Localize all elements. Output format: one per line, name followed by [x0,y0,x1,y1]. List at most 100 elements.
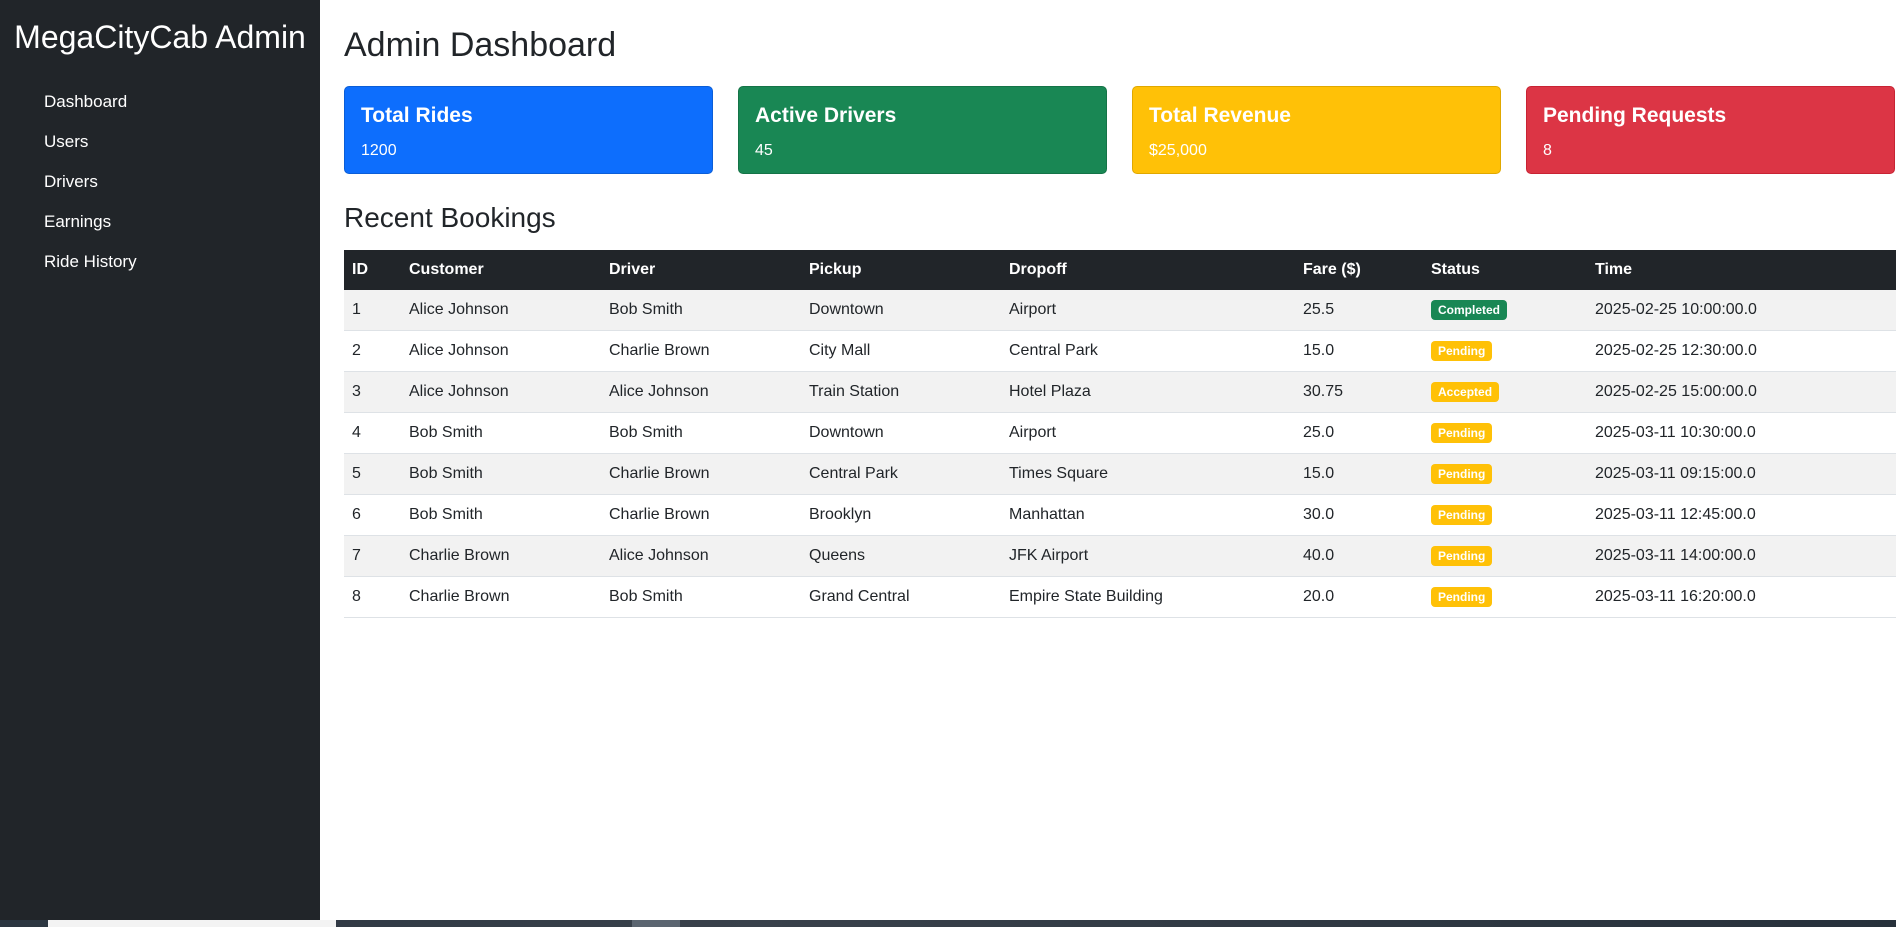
cell-id: 8 [344,576,401,618]
cell-time: 2025-03-11 12:45:00.0 [1587,494,1896,536]
cell-status: Pending [1423,453,1587,495]
cell-fare: 15.0 [1295,453,1423,495]
cell-customer: Alice Johnson [401,290,601,331]
column-header-time: Time [1587,250,1896,290]
cell-dropoff: Empire State Building [1001,576,1295,618]
table-row: 5 Bob Smith Charlie Brown Central Park T… [344,453,1896,495]
sidebar-item-earnings[interactable]: Earnings [0,202,320,242]
cell-dropoff: Manhattan [1001,494,1295,536]
cell-time: 2025-02-25 12:30:00.0 [1587,330,1896,372]
column-header-id: ID [344,250,401,290]
cell-time: 2025-03-11 09:15:00.0 [1587,453,1896,495]
cell-pickup: Grand Central [801,576,1001,618]
cell-dropoff: Central Park [1001,330,1295,372]
stats-cards: Total Rides 1200 Active Drivers 45 Total… [344,86,1896,176]
page-title: Admin Dashboard [344,26,617,64]
cell-status: Completed [1423,290,1587,331]
cell-driver: Bob Smith [601,290,801,331]
cell-pickup: Downtown [801,412,1001,454]
recent-bookings-title: Recent Bookings [344,202,556,233]
cell-customer: Bob Smith [401,412,601,454]
cell-customer: Bob Smith [401,494,601,536]
brand-title: MegaCityCab Admin [14,19,306,55]
taskbar-app-button[interactable] [632,920,680,927]
cell-id: 4 [344,412,401,454]
card-title: Total Revenue [1149,104,1291,127]
cell-dropoff: Airport [1001,290,1295,331]
cell-customer: Alice Johnson [401,330,601,372]
card-total-rides: Total Rides 1200 [344,86,713,174]
cell-status: Pending [1423,494,1587,536]
sidebar-item-users[interactable]: Users [0,122,320,162]
cell-dropoff: Times Square [1001,453,1295,495]
sidebar-nav: Dashboard Users Drivers Earnings Ride Hi… [0,82,320,282]
card-title: Total Rides [361,104,473,127]
cell-status: Accepted [1423,371,1587,413]
table-row: 2 Alice Johnson Charlie Brown City Mall … [344,330,1896,372]
table-row: 1 Alice Johnson Bob Smith Downtown Airpo… [344,290,1896,331]
cell-time: 2025-03-11 10:30:00.0 [1587,412,1896,454]
cell-time: 2025-03-11 14:00:00.0 [1587,535,1896,577]
status-badge: Pending [1431,505,1493,525]
sidebar-item-ride-history[interactable]: Ride History [0,242,320,282]
status-badge: Pending [1431,587,1493,607]
cell-pickup: Brooklyn [801,494,1001,536]
column-header-pickup: Pickup [801,250,1001,290]
sidebar-item-drivers[interactable]: Drivers [0,162,320,202]
sidebar: MegaCityCab Admin Dashboard Users Driver… [0,0,320,920]
cell-status: Pending [1423,535,1587,577]
table-row: 8 Charlie Brown Bob Smith Grand Central … [344,576,1896,618]
cell-customer: Charlie Brown [401,535,601,577]
card-total-revenue: Total Revenue $25,000 [1132,86,1501,174]
cell-time: 2025-03-11 16:20:00.0 [1587,576,1896,618]
column-header-driver: Driver [601,250,801,290]
card-title: Pending Requests [1543,104,1727,127]
cell-pickup: Central Park [801,453,1001,495]
card-pending-requests: Pending Requests 8 [1526,86,1895,174]
status-badge: Pending [1431,341,1493,361]
cell-driver: Alice Johnson [601,535,801,577]
cell-id: 2 [344,330,401,372]
cell-driver: Charlie Brown [601,494,801,536]
table-row: 7 Charlie Brown Alice Johnson Queens JFK… [344,535,1896,577]
cell-customer: Alice Johnson [401,371,601,413]
cell-dropoff: JFK Airport [1001,535,1295,577]
taskbar-search-box[interactable] [48,920,336,927]
table-row: 4 Bob Smith Bob Smith Downtown Airport 2… [344,412,1896,454]
cell-driver: Charlie Brown [601,330,801,372]
cell-status: Pending [1423,412,1587,454]
cell-pickup: Queens [801,535,1001,577]
cell-driver: Bob Smith [601,412,801,454]
taskbar [0,920,1896,927]
cell-fare: 40.0 [1295,535,1423,577]
cell-id: 7 [344,535,401,577]
cell-time: 2025-02-25 10:00:00.0 [1587,290,1896,331]
cell-fare: 25.5 [1295,290,1423,331]
status-badge: Pending [1431,423,1493,443]
status-badge: Pending [1431,546,1493,566]
status-badge: Completed [1431,300,1508,320]
sidebar-item-dashboard[interactable]: Dashboard [0,82,320,122]
cell-fare: 30.0 [1295,494,1423,536]
cell-status: Pending [1423,330,1587,372]
card-value: 8 [1543,142,1552,159]
status-badge: Pending [1431,464,1493,484]
cell-pickup: City Mall [801,330,1001,372]
card-title: Active Drivers [755,104,897,127]
cell-pickup: Downtown [801,290,1001,331]
column-header-fare: Fare ($) [1295,250,1423,290]
cell-pickup: Train Station [801,371,1001,413]
table-header-row: ID Customer Driver Pickup Dropoff Fare (… [344,250,1896,290]
cell-status: Pending [1423,576,1587,618]
cell-fare: 15.0 [1295,330,1423,372]
card-active-drivers: Active Drivers 45 [738,86,1107,174]
status-badge: Accepted [1431,382,1500,402]
cell-dropoff: Airport [1001,412,1295,454]
cell-id: 6 [344,494,401,536]
column-header-dropoff: Dropoff [1001,250,1295,290]
cell-driver: Alice Johnson [601,371,801,413]
bookings-table: ID Customer Driver Pickup Dropoff Fare (… [344,250,1896,618]
main-content: Admin Dashboard Total Rides 1200 Active … [320,0,1896,920]
column-header-status: Status [1423,250,1587,290]
cell-customer: Charlie Brown [401,576,601,618]
